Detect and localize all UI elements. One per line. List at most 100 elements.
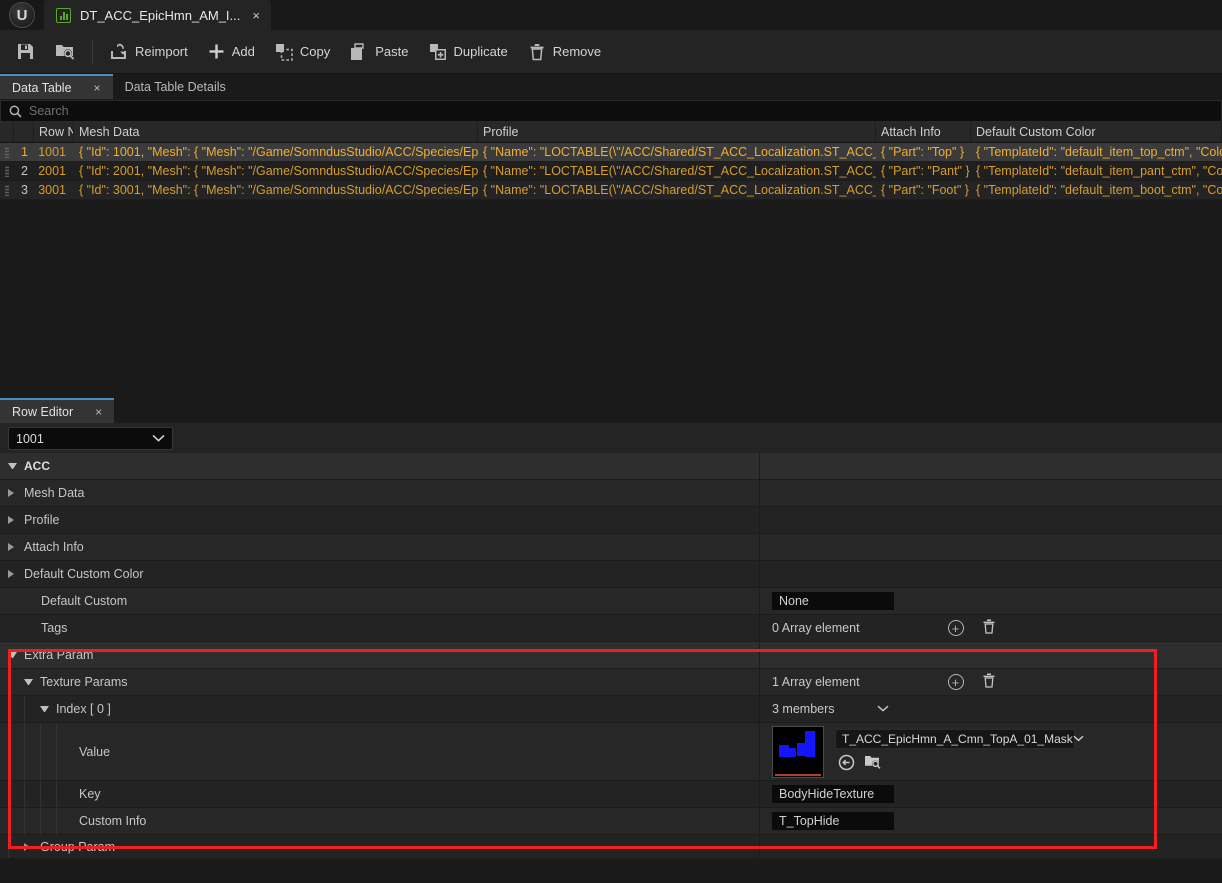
property-label: Index [ 0 ] [56,702,111,716]
browse-to-asset-icon[interactable] [864,754,883,774]
row-index: 2 [14,162,34,180]
cell-default-custom-color: { "TemplateId": "default_item_pant_ctm",… [971,162,1222,180]
duplicate-button[interactable]: Duplicate [419,35,518,69]
category-label: ACC [24,459,50,473]
table-row[interactable]: 2 2001 { "Id": 2001, "Mesh": { "Mesh": "… [0,162,1222,181]
chevron-right-icon[interactable] [8,516,17,524]
tab-row-editor[interactable]: Row Editor × [0,398,114,423]
unreal-engine-logo-icon: U [9,2,35,28]
row-drag-handle[interactable] [0,143,14,161]
property-category-acc[interactable]: ACC [0,453,1222,480]
texture-type-bar [775,774,821,776]
search-bar[interactable] [0,100,1222,122]
property-row-group-param[interactable]: Group Param [0,835,1222,859]
property-row-key[interactable]: Key BodyHideTexture [0,781,1222,808]
custom-info-field[interactable]: T_TopHide [772,812,894,830]
cell-attach-info: { "Part": "Pant" } [876,162,971,180]
close-icon[interactable]: × [94,81,101,95]
header-default-custom-color[interactable]: Default Custom Color [971,122,1222,142]
table-row[interactable]: 3 3001 { "Id": 3001, "Mesh": { "Mesh": "… [0,181,1222,200]
property-label: Attach Info [24,540,84,554]
row-drag-handle[interactable] [0,162,14,180]
close-icon[interactable]: × [95,405,102,419]
chevron-right-icon[interactable] [24,843,33,851]
asset-picker-group: T_ACC_EpicHmn_A_Cmn_TopA_01_Mask [835,729,1075,774]
header-profile[interactable]: Profile [478,122,876,142]
copy-button[interactable]: Copy [265,35,340,69]
property-row-value[interactable]: Value T_ACC_EpicHmn_A_Cmn_TopA_01_Mask [0,723,1222,781]
header-row-name[interactable]: Row N [34,122,74,142]
chevron-down-icon[interactable] [24,679,33,685]
save-button[interactable] [6,35,45,69]
add-button[interactable]: Add [198,35,265,69]
data-table-panel: Row N Mesh Data Profile Attach Info Defa… [0,122,1222,398]
header-attach-info[interactable]: Attach Info [876,122,971,142]
add-array-element-button[interactable]: + [948,620,964,636]
add-label: Add [232,44,255,59]
reimport-button[interactable]: Reimport [99,35,198,69]
remove-label: Remove [553,44,601,59]
reimport-label: Reimport [135,44,188,59]
property-row-mesh-data[interactable]: Mesh Data [0,480,1222,507]
property-row-extra-param[interactable]: Extra Param [0,642,1222,669]
row-selector-dropdown[interactable]: 1001 [8,427,173,450]
spacer [8,624,17,633]
property-row-index-0[interactable]: Index [ 0 ] 3 members [0,696,1222,723]
remove-button[interactable]: Remove [518,35,611,69]
search-input[interactable] [29,104,1213,118]
data-table-icon [56,8,71,23]
clear-array-button[interactable] [982,619,996,637]
unreal-engine-logo[interactable]: U [0,0,44,30]
property-row-custom-info[interactable]: Custom Info T_TopHide [0,808,1222,835]
property-label: Value [79,745,110,759]
texture-thumbnail[interactable] [772,726,824,778]
paste-label: Paste [375,44,408,59]
property-row-tags[interactable]: Tags 0 Array element + [0,615,1222,642]
reimport-icon [109,42,128,61]
duplicate-label: Duplicate [454,44,508,59]
property-row-default-custom-color[interactable]: Default Custom Color [0,561,1222,588]
property-label: Extra Param [24,648,93,662]
property-label: Group Param [40,840,115,854]
default-custom-field[interactable]: None [772,592,894,610]
chevron-right-icon[interactable] [8,570,17,578]
paste-button[interactable]: Paste [340,35,418,69]
tab-data-table[interactable]: Data Table × [0,74,113,99]
close-icon[interactable]: × [249,7,263,24]
chevron-right-icon[interactable] [8,543,17,551]
property-label: Default Custom [24,594,127,608]
header-mesh-data[interactable]: Mesh Data [74,122,478,142]
row-selector-value: 1001 [16,432,44,446]
property-row-attach-info[interactable]: Attach Info [0,534,1222,561]
table-row[interactable]: 1 1001 { "Id": 1001, "Mesh": { "Mesh": "… [0,143,1222,162]
toolbar-divider-1 [92,40,93,64]
chevron-down-icon[interactable] [8,652,17,658]
row-drag-handle[interactable] [0,181,14,199]
index-0-members-dropdown[interactable]: 3 members [772,702,889,716]
chevron-right-icon[interactable] [8,489,17,497]
add-array-element-button[interactable]: + [948,674,964,690]
tab-data-table-label: Data Table [12,81,72,95]
browse-button[interactable] [45,35,86,69]
asset-picker-dropdown[interactable]: T_ACC_EpicHmn_A_Cmn_TopA_01_Mask [835,729,1075,749]
asset-name: T_ACC_EpicHmn_A_Cmn_TopA_01_Mask [842,732,1073,746]
property-row-default-custom[interactable]: Default Custom None [0,588,1222,615]
chevron-down-icon[interactable] [40,706,49,712]
clear-array-button[interactable] [982,673,996,691]
toolbar: Reimport Add Copy Paste Duplicate Remove [0,30,1222,74]
browse-folder-icon [55,42,76,61]
save-icon [16,42,35,61]
use-selected-asset-icon[interactable] [838,754,855,774]
row-index: 1 [14,143,34,161]
property-row-profile[interactable]: Profile [0,507,1222,534]
property-label: Custom Info [79,814,146,828]
chevron-down-icon[interactable] [8,463,17,469]
chevron-down-icon [152,433,165,445]
tab-data-table-details[interactable]: Data Table Details [113,74,238,99]
document-tab[interactable]: DT_ACC_EpicHmn_AM_I... × [44,0,271,30]
header-index [14,122,34,142]
key-field[interactable]: BodyHideTexture [772,785,894,803]
tab-data-table-details-label: Data Table Details [125,80,226,94]
property-row-texture-params[interactable]: Texture Params 1 Array element + [0,669,1222,696]
paste-icon [350,43,368,61]
